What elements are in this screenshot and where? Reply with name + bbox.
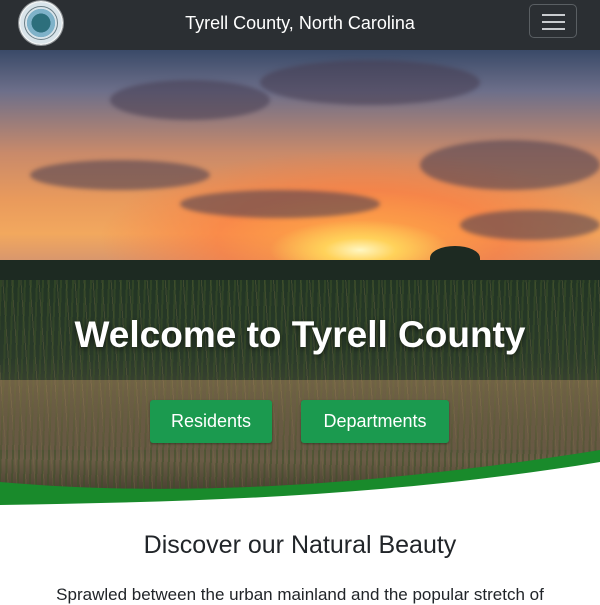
intro-paragraph: Sprawled between the urban mainland and … [56, 585, 544, 604]
hamburger-line [542, 28, 565, 30]
site-title[interactable]: Tyrell County, North Carolina [0, 12, 600, 34]
hamburger-menu-button[interactable] [529, 4, 577, 38]
hamburger-line [542, 14, 565, 16]
hamburger-line [542, 21, 565, 23]
navbar: Tyrell County, North Carolina [0, 0, 600, 50]
hero-banner: Welcome to Tyrell County Residents Depar… [0, 50, 600, 505]
section-heading: Discover our Natural Beauty [143, 531, 457, 559]
green-wave-divider [0, 450, 600, 505]
